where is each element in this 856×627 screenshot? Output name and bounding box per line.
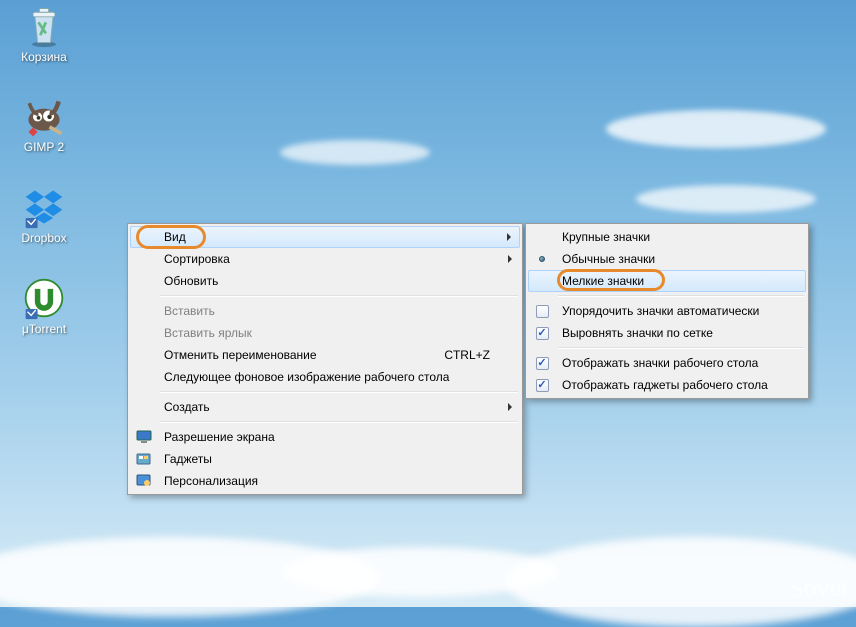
desktop-icon-dropbox[interactable]: Dropbox [6, 185, 82, 245]
watermark-bottom: Sovet [789, 577, 849, 600]
menu-separator [558, 347, 804, 349]
menu-item-label: Следующее фоновое изображение рабочего с… [164, 370, 449, 384]
desktop-icon-label: Dropbox [6, 231, 82, 245]
context-menu-main: Вид Сортировка Обновить Вставить Вставит… [127, 223, 523, 495]
gadgets-icon [135, 450, 153, 468]
checkbox-icon [533, 376, 551, 394]
menu-item-shortcut: CTRL+Z [444, 348, 490, 362]
submenu-arrow-icon [508, 255, 512, 263]
menu-item-label: Вставить [164, 304, 215, 318]
menu-item-label: Мелкие значки [562, 274, 644, 288]
menu-item-label: Вид [164, 230, 186, 244]
menu-item-sort[interactable]: Сортировка [130, 248, 520, 270]
menu-separator [160, 295, 518, 297]
menu-item-view[interactable]: Вид [130, 226, 520, 248]
menu-item-label: Отображать значки рабочего стола [562, 356, 758, 370]
menu-item-show-desktop-icons[interactable]: Отображать значки рабочего стола [528, 352, 806, 374]
menu-item-resolution[interactable]: Разрешение экрана [130, 426, 520, 448]
checkbox-icon [533, 324, 551, 342]
menu-item-large-icons[interactable]: Крупные значки [528, 226, 806, 248]
menu-item-medium-icons[interactable]: Обычные значки [528, 248, 806, 270]
personalize-icon [135, 472, 153, 490]
desktop-icon-label: Корзина [6, 50, 82, 64]
menu-item-label: Упорядочить значки автоматически [562, 304, 759, 318]
menu-item-label: Сортировка [164, 252, 230, 266]
menu-item-refresh[interactable]: Обновить [130, 270, 520, 292]
submenu-arrow-icon [508, 403, 512, 411]
menu-item-label: Гаджеты [164, 452, 212, 466]
utorrent-icon [22, 276, 66, 320]
menu-item-label: Отображать гаджеты рабочего стола [562, 378, 768, 392]
dropbox-icon [22, 185, 66, 229]
desktop-icon-recycle-bin[interactable]: Корзина [6, 4, 82, 64]
recycle-bin-icon [22, 4, 66, 48]
menu-separator [558, 295, 804, 297]
menu-item-paste-shortcut: Вставить ярлык [130, 322, 520, 344]
menu-item-show-gadgets[interactable]: Отображать гаджеты рабочего стола [528, 374, 806, 396]
menu-item-label: Вставить ярлык [164, 326, 252, 340]
menu-item-label: Крупные значки [562, 230, 650, 244]
menu-item-snap-to-grid[interactable]: Выровнять значки по сетке [528, 322, 806, 344]
menu-item-label: Обновить [164, 274, 218, 288]
checkbox-icon [533, 354, 551, 372]
menu-separator [160, 391, 518, 393]
menu-item-label: Разрешение экрана [164, 430, 275, 444]
radio-bullet-icon [533, 250, 551, 268]
desktop-icon-label: μTorrent [6, 322, 82, 336]
desktop-icon-label: GIMP 2 [6, 140, 82, 154]
menu-item-gadgets[interactable]: Гаджеты [130, 448, 520, 470]
menu-item-label: Отменить переименование [164, 348, 317, 362]
gimp-icon [22, 94, 66, 138]
menu-item-auto-arrange[interactable]: Упорядочить значки автоматически [528, 300, 806, 322]
menu-item-next-background[interactable]: Следующее фоновое изображение рабочего с… [130, 366, 520, 388]
desktop-icon-gimp[interactable]: GIMP 2 [6, 94, 82, 154]
context-menu-view: Крупные значки Обычные значки Мелкие зна… [525, 223, 809, 399]
menu-item-undo-rename[interactable]: Отменить переименование CTRL+Z [130, 344, 520, 366]
monitor-icon [135, 428, 153, 446]
menu-item-label: Персонализация [164, 474, 258, 488]
menu-item-label: Выровнять значки по сетке [562, 326, 713, 340]
menu-item-create[interactable]: Создать [130, 396, 520, 418]
menu-item-small-icons[interactable]: Мелкие значки [528, 270, 806, 292]
checkbox-icon [533, 302, 551, 320]
menu-item-personalize[interactable]: Персонализация [130, 470, 520, 492]
submenu-arrow-icon [507, 233, 511, 241]
menu-item-label: Обычные значки [562, 252, 655, 266]
desktop-icon-utorrent[interactable]: μTorrent [6, 276, 82, 336]
menu-item-paste: Вставить [130, 300, 520, 322]
watermark: club Sovet [788, 564, 848, 600]
menu-separator [160, 421, 518, 423]
menu-item-label: Создать [164, 400, 210, 414]
